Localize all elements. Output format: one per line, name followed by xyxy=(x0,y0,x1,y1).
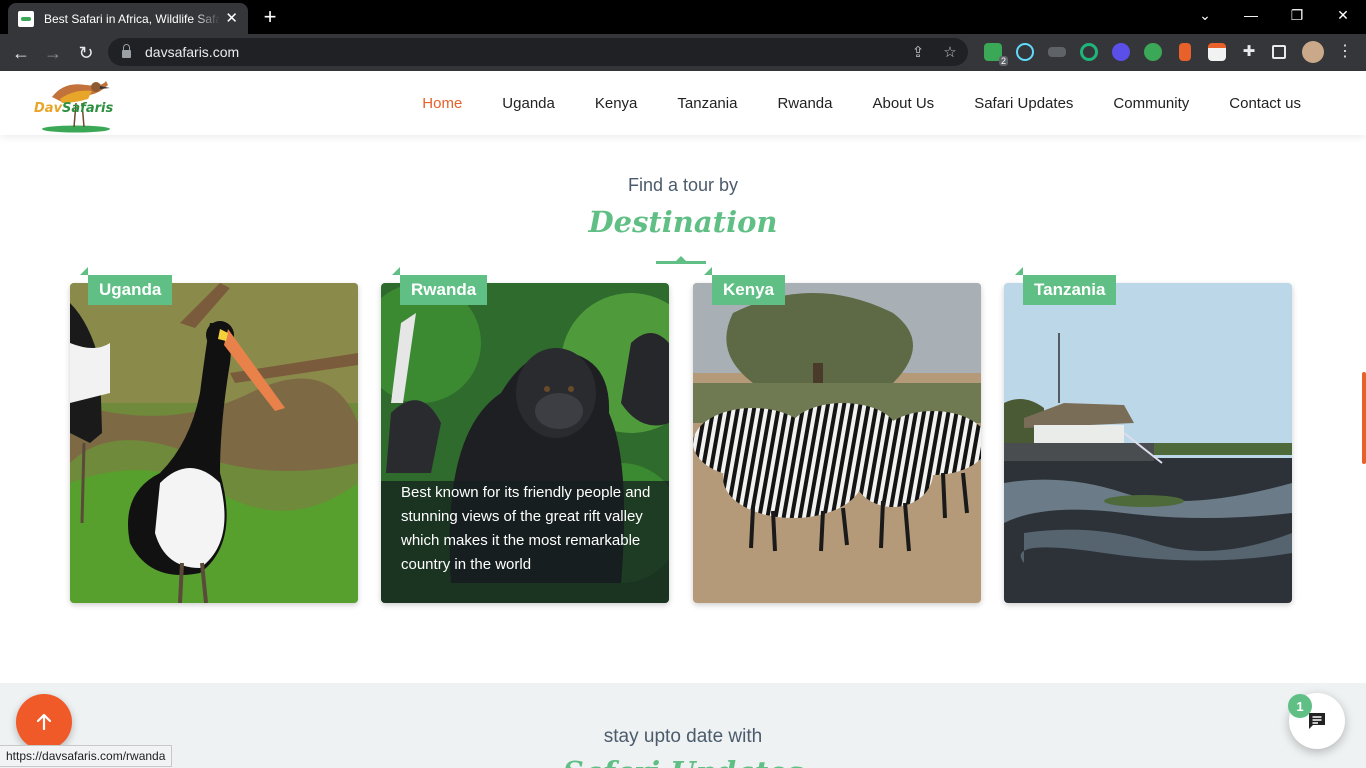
nav-community[interactable]: Community xyxy=(1113,95,1189,112)
nav-rwanda[interactable]: Rwanda xyxy=(777,95,832,112)
badge-label: Tanzania xyxy=(1023,275,1117,305)
destinations-section: Find a tour by Destination Uganda Best k… xyxy=(0,135,1366,683)
browser-status-url: https://davsafaris.com/rwanda xyxy=(0,745,173,767)
badge-label: Uganda xyxy=(88,275,173,305)
updates-title: Safari Updates xyxy=(0,755,1366,768)
scroll-to-top-button[interactable] xyxy=(16,694,72,750)
target-extension-icon[interactable] xyxy=(1080,43,1098,61)
title-divider xyxy=(656,256,706,264)
destination-card-rwanda[interactable]: Best known for its friendly people and s… xyxy=(381,283,669,603)
main-navigation: Home Uganda Kenya Tanzania Rwanda About … xyxy=(422,71,1366,135)
site-header: DavSafaris Home Uganda Kenya Tanzania Rw… xyxy=(0,71,1366,135)
nav-kenya[interactable]: Kenya xyxy=(595,95,638,112)
badge-label: Kenya xyxy=(712,275,786,305)
arrow-up-icon xyxy=(36,713,52,731)
bookmark-star-icon[interactable]: ☆ xyxy=(940,42,960,62)
site-favicon-icon xyxy=(18,10,34,27)
shield-extension-icon[interactable]: 2 xyxy=(984,43,1008,66)
section-title: Destination xyxy=(588,205,778,239)
rocket-extension-icon[interactable] xyxy=(1179,43,1191,61)
reload-button[interactable]: ↻ xyxy=(73,40,99,66)
nav-uganda[interactable]: Uganda xyxy=(502,95,555,112)
nav-tanzania[interactable]: Tanzania xyxy=(677,95,737,112)
back-button[interactable]: ← xyxy=(8,40,34,66)
destination-card-kenya[interactable] xyxy=(693,283,981,603)
minimize-button[interactable]: — xyxy=(1228,0,1274,30)
section-pretitle: Find a tour by xyxy=(627,175,739,195)
address-bar[interactable]: davsafaris.com ⇪ ☆ xyxy=(108,38,968,66)
lock-icon[interactable] xyxy=(122,44,131,58)
gear-extension-icon[interactable] xyxy=(1112,43,1130,61)
rwanda-description: Best known for its friendly people and s… xyxy=(401,484,651,573)
profile-avatar[interactable] xyxy=(1302,41,1324,63)
chat-unread-badge: 1 xyxy=(1288,694,1312,718)
restore-button[interactable]: ❐ xyxy=(1274,0,1320,30)
browser-tab[interactable]: Best Safari in Africa, Wildlife Safaris … xyxy=(8,3,248,34)
nav-contact-us[interactable]: Contact us xyxy=(1229,95,1301,112)
close-tab-icon[interactable]: ✕ xyxy=(225,11,238,26)
site-logo[interactable]: DavSafaris xyxy=(30,77,114,133)
nav-safari-updates[interactable]: Safari Updates xyxy=(974,95,1073,112)
browser-menu-icon[interactable]: ⋮ xyxy=(1336,43,1354,61)
nav-home[interactable]: Home xyxy=(422,95,462,112)
react-devtools-icon[interactable] xyxy=(1016,43,1034,61)
url-text: davsafaris.com xyxy=(145,44,240,60)
badge-label: Rwanda xyxy=(400,275,488,305)
uganda-photo xyxy=(70,283,358,603)
nav-about-us[interactable]: About Us xyxy=(872,95,934,112)
tanzania-photo xyxy=(1004,283,1292,603)
globe-extension-icon[interactable] xyxy=(1144,43,1162,61)
browser-tab-strip: Best Safari in Africa, Wildlife Safaris … xyxy=(0,0,1366,34)
kenya-photo xyxy=(693,283,981,603)
destination-card-uganda[interactable] xyxy=(70,283,358,603)
forward-button[interactable]: → xyxy=(40,40,66,66)
car-extension-icon[interactable] xyxy=(1048,47,1066,57)
logo-text: DavSafaris xyxy=(34,101,114,116)
extensions-puzzle-icon[interactable]: ✚ xyxy=(1240,43,1258,61)
safari-updates-section: stay upto date with Safari Updates xyxy=(0,683,1366,768)
rwanda-description-overlay: Best known for its friendly people and s… xyxy=(381,481,669,603)
new-tab-button[interactable]: + xyxy=(258,5,282,29)
close-window-button[interactable]: ✕ xyxy=(1320,0,1366,30)
page-scrollbar[interactable] xyxy=(1362,372,1366,464)
share-icon[interactable]: ⇪ xyxy=(908,42,928,62)
updates-pretitle: stay upto date with xyxy=(603,726,763,747)
tab-title: Best Safari in Africa, Wildlife Safaris xyxy=(44,11,220,26)
tab-search-icon[interactable]: ⌄ xyxy=(1182,0,1228,30)
browser-toolbar: ← → ↻ davsafaris.com ⇪ ☆ 2 ✚ ⋮ xyxy=(0,34,1366,71)
note-extension-icon[interactable] xyxy=(1208,43,1226,61)
extension-badge: 2 xyxy=(998,56,1008,66)
side-panel-icon[interactable] xyxy=(1272,45,1286,59)
destination-card-tanzania[interactable] xyxy=(1004,283,1292,603)
